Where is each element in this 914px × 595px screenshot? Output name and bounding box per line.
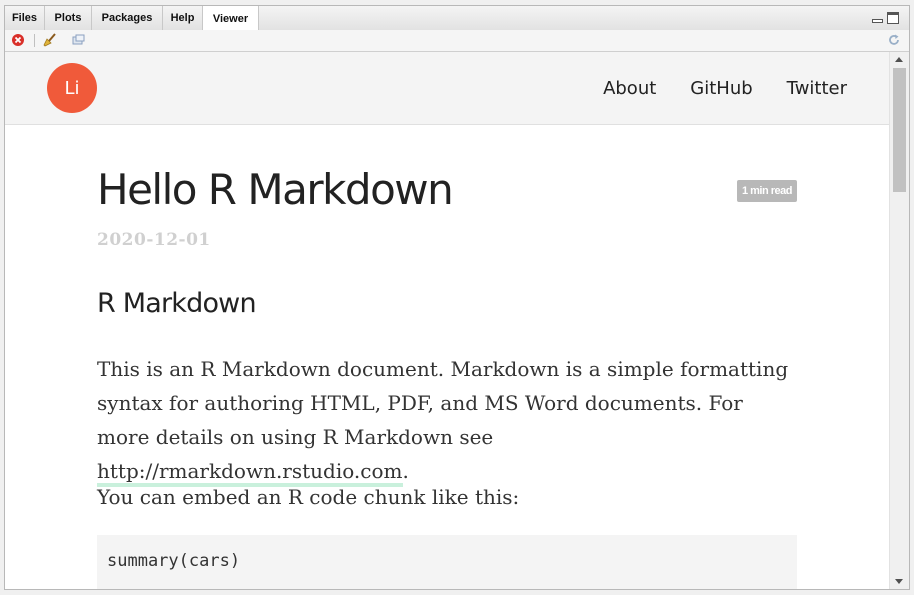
minimize-pane-icon[interactable] — [872, 12, 883, 23]
tab-files[interactable]: Files — [5, 6, 45, 30]
viewer-toolbar — [5, 30, 909, 52]
code-block: summary(cars) — [97, 535, 797, 589]
nav-link-twitter[interactable]: Twitter — [787, 78, 847, 99]
section-heading: R Markdown — [97, 288, 257, 319]
maximize-pane-icon[interactable] — [887, 12, 899, 24]
tab-plots[interactable]: Plots — [45, 6, 92, 30]
site-navbar: Li About GitHub Twitter — [5, 52, 889, 125]
nav-links: About GitHub Twitter — [603, 78, 847, 99]
close-icon[interactable] — [11, 33, 25, 47]
tab-bar: Files Plots Packages Help Viewer — [5, 6, 909, 31]
page-title: Hello R Markdown — [97, 165, 454, 214]
broom-icon[interactable] — [43, 33, 57, 47]
code-text: summary(cars) — [107, 551, 241, 571]
nav-link-about[interactable]: About — [603, 78, 656, 99]
scroll-down-icon[interactable] — [895, 579, 903, 584]
vertical-scrollbar[interactable] — [889, 52, 909, 589]
post-date: 2020-12-01 — [97, 230, 211, 250]
viewer-pane: Files Plots Packages Help Viewer Li Abou… — [4, 5, 910, 590]
tab-viewer[interactable]: Viewer — [202, 6, 259, 31]
viewer-content: Li About GitHub Twitter Hello R Markdown… — [5, 52, 889, 589]
avatar[interactable]: Li — [47, 63, 97, 113]
nav-link-github[interactable]: GitHub — [690, 78, 752, 99]
scroll-up-icon[interactable] — [895, 57, 903, 62]
tab-help[interactable]: Help — [163, 6, 203, 30]
window-buttons — [872, 12, 899, 24]
toolbar-separator — [34, 34, 35, 47]
refresh-icon[interactable] — [887, 33, 901, 47]
scrollbar-thumb[interactable] — [893, 68, 906, 192]
tab-packages[interactable]: Packages — [92, 6, 163, 30]
intro-text: This is an R Markdown document. Markdown… — [97, 357, 789, 449]
reading-time-badge: 1 min read — [736, 180, 797, 202]
popout-icon[interactable] — [71, 33, 85, 47]
intro-paragraph: This is an R Markdown document. Markdown… — [97, 352, 797, 488]
code-intro-paragraph: You can embed an R code chunk like this: — [97, 485, 520, 509]
